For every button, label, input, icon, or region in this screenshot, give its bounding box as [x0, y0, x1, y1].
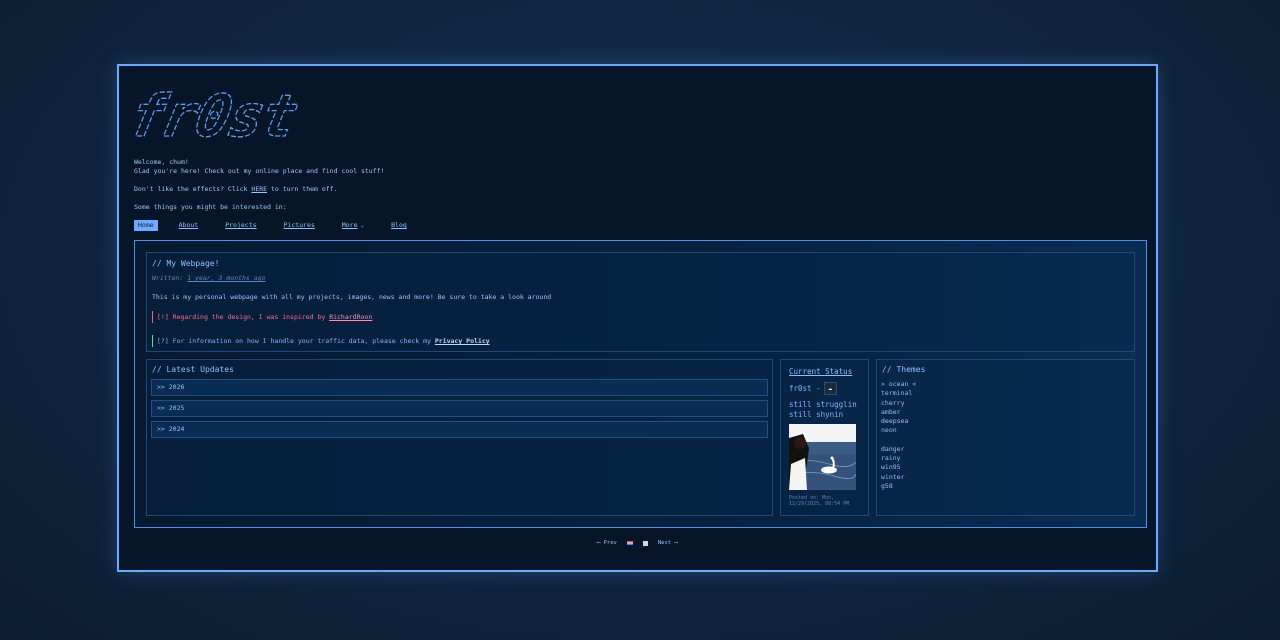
- next-link[interactable]: Next ⟶: [658, 540, 678, 546]
- theme-winter[interactable]: winter: [881, 473, 1130, 482]
- theme-rainy[interactable]: rainy: [881, 454, 1130, 463]
- privacy-note: [?] For information on how I handle your…: [152, 335, 1129, 347]
- main-nav: Home About Projects Pictures More ⌄ Blog: [134, 220, 411, 231]
- effects-line: Don't like the effects? Click HERE to tu…: [134, 185, 384, 194]
- design-credit-text: [!] Regarding the design, I was inspired…: [157, 313, 330, 321]
- mood-icon: ☁: [823, 382, 837, 395]
- flag-icon: [626, 541, 633, 545]
- update-row-2024[interactable]: >> 2024: [151, 421, 768, 438]
- welcome-title: // My Webpage!: [152, 259, 220, 268]
- effects-toggle-link[interactable]: HERE: [251, 185, 267, 193]
- effects-text-before: Don't like the effects? Click: [134, 185, 252, 193]
- post-meta: Written: 1 year, 3 months ago: [152, 274, 1129, 282]
- nav-about[interactable]: About: [175, 220, 203, 231]
- theme-win95[interactable]: win95: [881, 463, 1130, 472]
- main-panel: // My Webpage! Written: 1 year, 3 months…: [134, 240, 1147, 528]
- status-posted-date: Posted on: Mon, 12/29/2025, 08:54 PM: [789, 495, 850, 507]
- welcome-card: // My Webpage! Written: 1 year, 3 months…: [146, 252, 1135, 352]
- status-line-1: still strugglin: [789, 400, 857, 409]
- page-frame: fr0st Welcome, chum! Glad you're here! C…: [117, 64, 1158, 572]
- webring-pager: ⟵ Prev Next ⟶: [597, 540, 678, 546]
- theme-deepsea[interactable]: deepsea: [881, 417, 1130, 426]
- theme-amber[interactable]: amber: [881, 408, 1130, 417]
- themes-card: // Themes > ocean < terminal cherry ambe…: [876, 359, 1135, 516]
- glad-line: Glad you're here! Check out my online pl…: [134, 167, 385, 175]
- latest-updates-card: // Latest Updates >> 2026 >> 2025 >> 202…: [146, 359, 773, 516]
- update-row-2025[interactable]: >> 2025: [151, 400, 768, 417]
- status-photo[interactable]: [789, 424, 856, 490]
- theme-terminal[interactable]: terminal: [881, 389, 1130, 398]
- theme-danger[interactable]: danger: [881, 445, 1130, 454]
- nav-blog[interactable]: Blog: [387, 220, 411, 231]
- privacy-policy-link[interactable]: Privacy Policy: [435, 337, 490, 345]
- written-date-link[interactable]: 1 year, 3 months ago: [187, 274, 265, 282]
- webring-icon[interactable]: [642, 540, 648, 546]
- updates-title: // Latest Updates: [152, 365, 234, 374]
- chevron-down-icon: ⌄: [360, 222, 365, 229]
- nav-projects[interactable]: Projects: [221, 220, 260, 231]
- prev-link[interactable]: ⟵ Prev: [597, 540, 617, 546]
- nav-home[interactable]: Home: [134, 220, 158, 231]
- theme-ocean[interactable]: > ocean <: [881, 380, 1130, 389]
- theme-cherry[interactable]: cherry: [881, 399, 1130, 408]
- privacy-note-text: [?] For information on how I handle your…: [157, 337, 435, 345]
- themes-title: // Themes: [882, 365, 926, 374]
- status-author: fr0st - ☁: [789, 382, 860, 395]
- update-row-2026[interactable]: >> 2026: [151, 379, 768, 396]
- logo-text: fr0st: [135, 86, 303, 146]
- nav-pictures[interactable]: Pictures: [280, 220, 319, 231]
- design-credit-link[interactable]: RichardRoon: [329, 313, 372, 321]
- status-message: still strugglin still shynin: [789, 400, 860, 420]
- effects-text-after: to turn them off.: [267, 185, 338, 193]
- status-line-2: still shynin: [789, 410, 844, 419]
- site-logo[interactable]: fr0st: [123, 82, 325, 151]
- welcome-description: This is my personal webpage with all my …: [152, 293, 552, 301]
- status-author-name: fr0st -: [789, 384, 821, 393]
- theme-list-secondary: danger rainy win95 winter g58: [881, 445, 1130, 491]
- theme-g58[interactable]: g58: [881, 482, 1130, 491]
- status-photo-image: [789, 424, 856, 490]
- theme-neon[interactable]: neon: [881, 426, 1130, 435]
- theme-list-primary: > ocean < terminal cherry amber deepsea …: [881, 380, 1130, 436]
- interest-line: Some things you might be interested in:: [134, 203, 287, 211]
- nav-more-dropdown[interactable]: More ⌄: [338, 220, 368, 231]
- nav-more-label: More: [341, 221, 358, 229]
- welcome-line: Welcome, chum!: [134, 158, 189, 166]
- status-title: Current Status: [789, 367, 853, 376]
- current-status-card: Current Status fr0st - ☁ still strugglin …: [780, 359, 869, 516]
- design-credit-note: [!] Regarding the design, I was inspired…: [152, 311, 1129, 323]
- intro-text: Welcome, chum! Glad you're here! Check o…: [134, 158, 384, 212]
- logo-graphic: fr0st: [123, 82, 304, 151]
- written-label: Written:: [152, 274, 188, 282]
